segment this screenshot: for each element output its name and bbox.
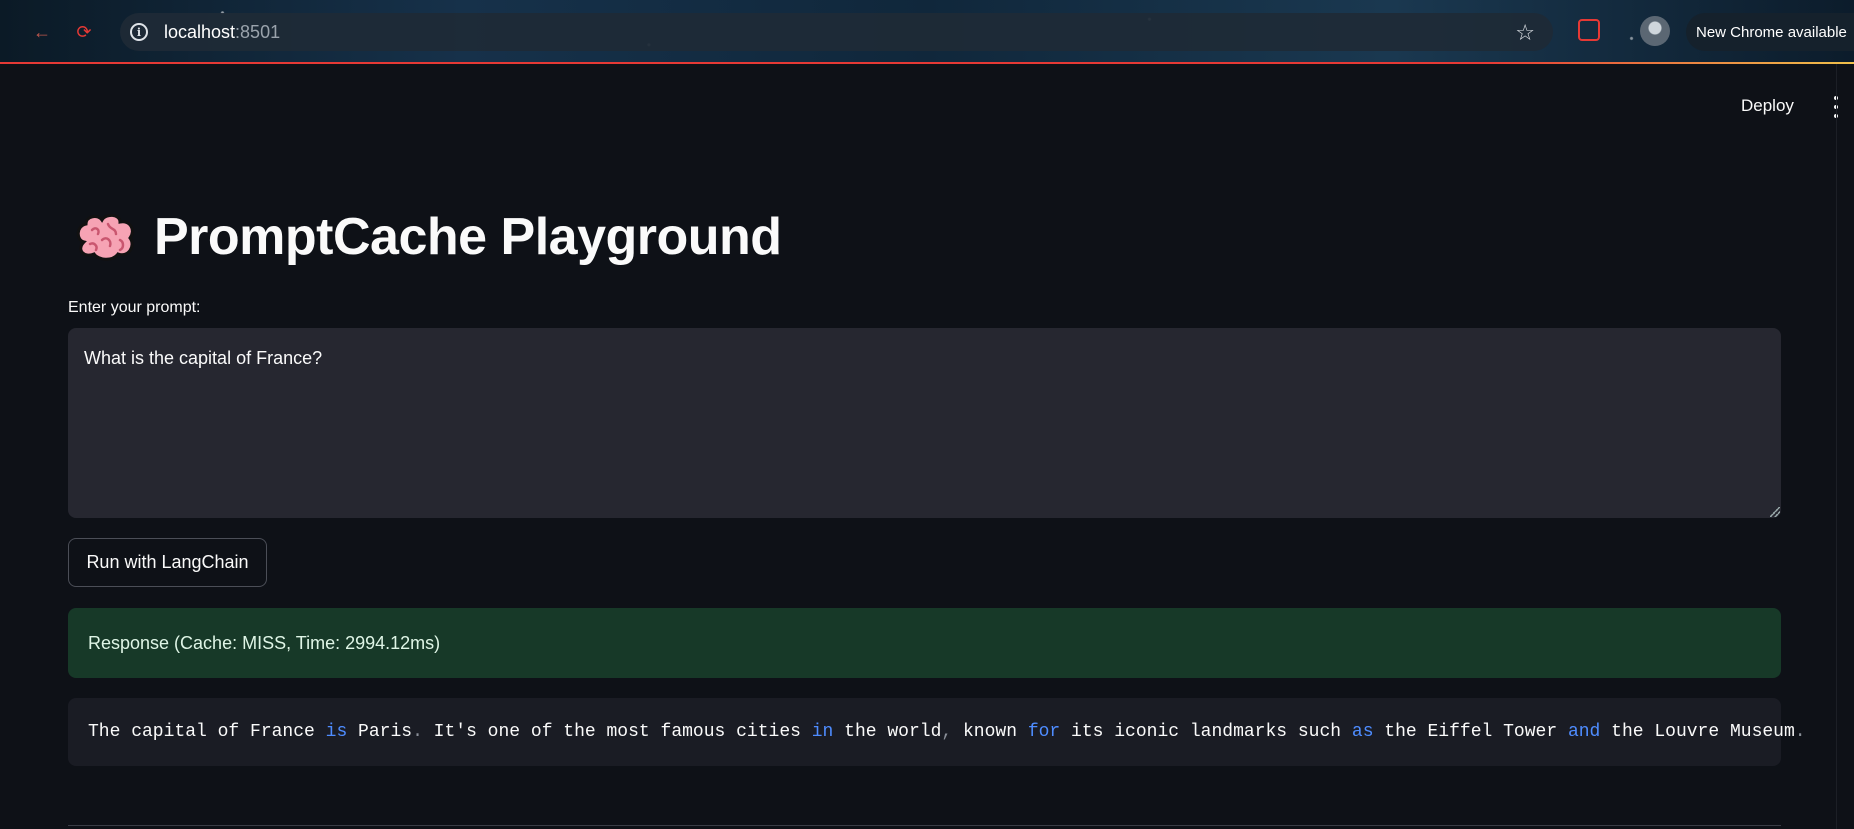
status-alert: Response (Cache: MISS, Time: 2994.12ms): [68, 608, 1781, 678]
browser-toolbar: ← ⟳ i localhost:8501 ☆ New Chrome availa…: [0, 0, 1854, 64]
response-token: .: [1794, 722, 1806, 742]
response-token: its iconic landmarks such: [1060, 722, 1352, 742]
prompt-label: Enter your prompt:: [68, 299, 201, 316]
response-token: The capital of France: [88, 722, 326, 742]
url-host: localhost: [164, 21, 236, 42]
resize-handle-icon[interactable]: [1770, 507, 1780, 517]
response-token: Paris: [347, 722, 413, 742]
extension-icon[interactable]: [1578, 19, 1600, 41]
brain-icon: [74, 212, 138, 262]
url-port: :8501: [235, 21, 281, 42]
deploy-button[interactable]: Deploy: [1741, 96, 1794, 116]
loading-bar: [0, 62, 1854, 64]
response-token: .: [412, 722, 423, 742]
address-bar[interactable]: i localhost:8501 ☆: [120, 13, 1553, 51]
response-token: is: [325, 722, 348, 742]
back-icon[interactable]: ←: [30, 20, 54, 44]
response-token: known: [952, 722, 1028, 742]
response-token: the world: [833, 722, 942, 742]
page-title: PromptCache Playground: [74, 207, 782, 267]
response-token: It's one of the most famous cities: [422, 722, 812, 742]
site-info-icon[interactable]: i: [130, 23, 148, 41]
url-text[interactable]: localhost:8501: [164, 22, 280, 43]
response-token: and: [1567, 722, 1601, 742]
status-text: Response (Cache: MISS, Time: 2994.12ms): [88, 632, 441, 653]
run-button[interactable]: Run with LangChain: [68, 538, 267, 587]
divider: [68, 825, 1781, 826]
response-token: ,: [941, 722, 953, 742]
scrollbar-track[interactable]: [1836, 64, 1837, 829]
response-code-block: The capital of France is Paris. It's one…: [68, 698, 1806, 766]
prompt-textarea[interactable]: [68, 328, 1781, 518]
response-token: in: [811, 722, 834, 742]
chrome-update-button[interactable]: New Chrome available: [1686, 13, 1854, 51]
response-token: for: [1027, 722, 1061, 742]
bookmark-star-icon[interactable]: ☆: [1515, 20, 1535, 46]
profile-avatar[interactable]: [1640, 16, 1670, 46]
response-token: the Louvre Museum: [1600, 722, 1795, 742]
reload-icon[interactable]: ⟳: [72, 20, 96, 44]
title-text: PromptCache Playground: [154, 208, 782, 266]
response-token: the Eiffel Tower: [1373, 722, 1568, 742]
response-token: as: [1351, 722, 1374, 742]
